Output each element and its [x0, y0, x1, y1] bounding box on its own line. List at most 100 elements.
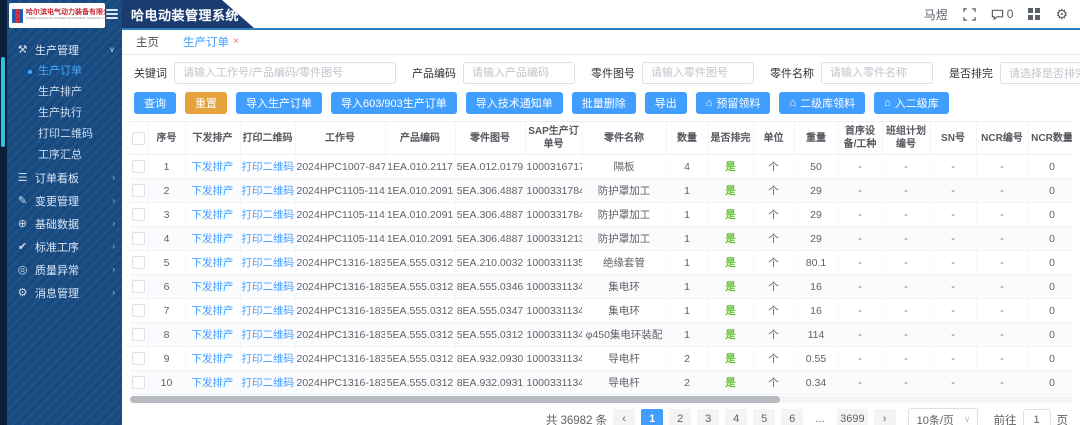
filter-input[interactable] — [642, 62, 754, 84]
toolbar-button-9[interactable]: ⌂入二级库 — [874, 92, 949, 114]
apps-grid-icon[interactable] — [1028, 8, 1040, 20]
filter-input[interactable] — [821, 62, 933, 84]
print-link[interactable]: 打印二维码 — [242, 329, 295, 341]
filter-input[interactable] — [463, 62, 575, 84]
dispatch-link[interactable]: 下发排产 — [192, 209, 234, 221]
page-button-1[interactable]: 1 — [641, 409, 663, 425]
toolbar-button-3[interactable]: 导入603/903生产订单 — [331, 92, 457, 114]
print-link[interactable]: 打印二维码 — [242, 353, 295, 365]
row-checkbox[interactable] — [132, 328, 145, 341]
cell-print: 打印二维码 — [240, 227, 295, 251]
sidebar-item-production[interactable]: ⚒生产管理∨ — [7, 38, 122, 61]
row-checkbox[interactable] — [132, 304, 145, 317]
settings-gear-icon[interactable]: ⚙ — [1055, 7, 1068, 21]
button-label: 批量删除 — [582, 95, 626, 111]
print-link[interactable]: 打印二维码 — [242, 281, 295, 293]
cell-first_device: - — [838, 155, 882, 179]
sidebar-scrollbar-thumb[interactable] — [1, 57, 5, 147]
print-link[interactable]: 打印二维码 — [242, 305, 295, 317]
print-link[interactable]: 打印二维码 — [242, 185, 295, 197]
dispatch-link[interactable]: 下发排产 — [192, 377, 234, 389]
dispatch-link[interactable]: 下发排产 — [192, 161, 234, 173]
toolbar-button-7[interactable]: ⌂预留领料 — [696, 92, 771, 114]
filter-select[interactable]: 请选择是否排完∨ — [1000, 62, 1080, 84]
print-link[interactable]: 打印二维码 — [242, 377, 295, 389]
sidebar-subitem-4[interactable]: 工序汇总 — [7, 145, 122, 166]
cell-print: 打印二维码 — [240, 323, 295, 347]
toolbar-button-0[interactable]: 查询 — [134, 92, 176, 114]
col-header-dispatch: 下发排产 — [185, 122, 240, 155]
toolbar-button-8[interactable]: ⌂二级库领料 — [779, 92, 865, 114]
page-button-4[interactable]: 4 — [725, 409, 747, 425]
toolbar-button-4[interactable]: 导入技术通知单 — [466, 92, 563, 114]
sidebar-subitem-3[interactable]: 打印二维码 — [7, 124, 122, 145]
horizontal-scrollbar-thumb[interactable] — [130, 396, 780, 403]
row-checkbox[interactable] — [132, 256, 145, 269]
cell-first_device: - — [838, 299, 882, 323]
sidebar-item-base-data[interactable]: ⊕基础数据› — [7, 212, 122, 235]
cell-ncr_qty: 0 — [1028, 155, 1072, 179]
goto-page-input[interactable] — [1023, 409, 1051, 425]
row-checkbox[interactable] — [132, 280, 145, 293]
message-icon[interactable]: 0 — [991, 7, 1014, 21]
sidebar-item-label: 质量异常 — [35, 262, 106, 278]
select-all-checkbox[interactable] — [132, 132, 145, 145]
user-name[interactable]: 马煜 — [924, 6, 948, 23]
horizontal-scrollbar[interactable] — [130, 396, 1072, 403]
row-checkbox[interactable] — [132, 232, 145, 245]
print-link[interactable]: 打印二维码 — [242, 209, 295, 221]
sidebar-item-quality[interactable]: ◎质量异常› — [7, 258, 122, 281]
tab-0[interactable]: 主页 — [136, 34, 159, 50]
page-button-3[interactable]: 3 — [697, 409, 719, 425]
page-button-3699[interactable]: 3699 — [837, 409, 867, 425]
dispatch-link[interactable]: 下发排产 — [192, 257, 234, 269]
button-label: 查询 — [144, 95, 166, 111]
dispatch-link[interactable]: 下发排产 — [192, 185, 234, 197]
table-row: 10下发排产打印二维码2024HPC1316-1833-25EA.555.031… — [130, 371, 1072, 395]
toolbar-button-2[interactable]: 导入生产订单 — [236, 92, 322, 114]
row-checkbox[interactable] — [132, 208, 145, 221]
sidebar-item-standard-process[interactable]: ✔标准工序› — [7, 235, 122, 258]
dispatch-link[interactable]: 下发排产 — [192, 329, 234, 341]
toolbar-button-1[interactable]: 重置 — [185, 92, 227, 114]
sidebar-collapse-icon[interactable] — [106, 9, 118, 21]
print-link[interactable]: 打印二维码 — [242, 161, 295, 173]
table-row: 3下发排产打印二维码2024HPC1105-1147-31EA.010.2091… — [130, 203, 1072, 227]
row-checkbox[interactable] — [132, 352, 145, 365]
sidebar-subitem-2[interactable]: 生产执行 — [7, 103, 122, 124]
dispatch-link[interactable]: 下发排产 — [192, 233, 234, 245]
dispatch-link[interactable]: 下发排产 — [192, 353, 234, 365]
cell-ncr_no: - — [976, 347, 1028, 371]
dispatch-link[interactable]: 下发排产 — [192, 305, 234, 317]
col-header-unit: 单位 — [753, 122, 794, 155]
prev-page-button[interactable]: ‹ — [613, 409, 635, 425]
fullscreen-icon[interactable] — [963, 8, 976, 21]
cell-seq: 4 — [148, 227, 185, 251]
dispatch-link[interactable]: 下发排产 — [192, 281, 234, 293]
sidebar-item-order-board[interactable]: ☰订单看板› — [7, 166, 122, 189]
print-link[interactable]: 打印二维码 — [242, 233, 295, 245]
page-button-5[interactable]: 5 — [753, 409, 775, 425]
cell-first_device: - — [838, 179, 882, 203]
page-size-select[interactable]: 10条/页∨ — [908, 408, 978, 425]
tab-1[interactable]: 生产订单× — [183, 34, 239, 50]
next-page-button[interactable]: › — [874, 409, 896, 425]
cell-part_no: 5EA.306.4887 — [455, 203, 525, 227]
cell-product_code: 5EA.555.0312 — [385, 299, 455, 323]
sidebar-item-message[interactable]: ⚙消息管理› — [7, 281, 122, 304]
row-checkbox[interactable] — [132, 160, 145, 173]
row-checkbox[interactable] — [132, 184, 145, 197]
filter-input[interactable] — [174, 62, 396, 84]
toolbar-button-5[interactable]: 批量删除 — [572, 92, 636, 114]
cell-part_name: 绝缘套管 — [582, 251, 666, 275]
toolbar-button-6[interactable]: 导出 — [645, 92, 687, 114]
row-checkbox[interactable] — [132, 376, 145, 389]
sidebar-item-change[interactable]: ✎变更管理› — [7, 189, 122, 212]
sidebar-subitem-1[interactable]: 生产排产 — [7, 82, 122, 103]
page-button-2[interactable]: 2 — [669, 409, 691, 425]
sidebar-subitem-0[interactable]: 生产订单 — [7, 61, 122, 82]
close-icon[interactable]: × — [233, 37, 239, 47]
page-button-6[interactable]: 6 — [781, 409, 803, 425]
print-link[interactable]: 打印二维码 — [242, 257, 295, 269]
main-content: 关键词产品编码零件图号零件名称是否排完请选择是否排完∨ 查询重置导入生产订单导入… — [122, 55, 1080, 425]
